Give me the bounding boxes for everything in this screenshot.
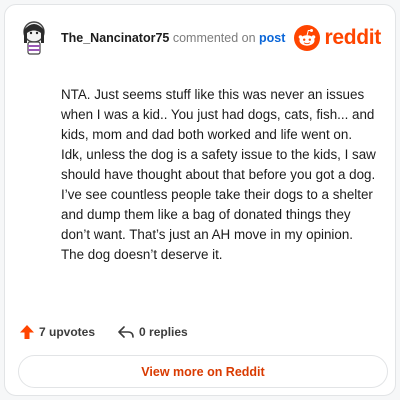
reply-count: 0 replies <box>139 325 188 339</box>
upvote-count: 7 upvotes <box>39 325 96 339</box>
upvote-arrow-icon <box>20 325 34 339</box>
reply-arrow-icon <box>118 326 134 338</box>
comment-body: NTA. Just seems stuff like this was neve… <box>61 87 376 262</box>
username-link[interactable]: The_Nancinator75 <box>61 31 169 45</box>
upvote-button[interactable]: 7 upvotes <box>19 324 95 340</box>
reddit-snoo-icon <box>294 25 321 51</box>
reddit-brand[interactable]: reddit <box>294 25 381 51</box>
commented-on-text: commented on <box>172 31 256 45</box>
comment-embed-card: The_Nancinator75 commented on post reddi… <box>4 4 396 396</box>
comment-header: The_Nancinator75 commented on post reddi… <box>19 19 381 57</box>
reddit-wordmark: reddit <box>324 26 381 49</box>
avatar[interactable] <box>19 19 49 57</box>
comment-meta: The_Nancinator75 commented on post <box>61 31 285 45</box>
view-more-on-reddit-button[interactable]: View more on Reddit <box>18 355 388 388</box>
reply-button[interactable]: 0 replies <box>117 324 188 340</box>
post-link[interactable]: post <box>259 31 285 45</box>
comment-actions: 7 upvotes 0 replies <box>19 323 188 341</box>
